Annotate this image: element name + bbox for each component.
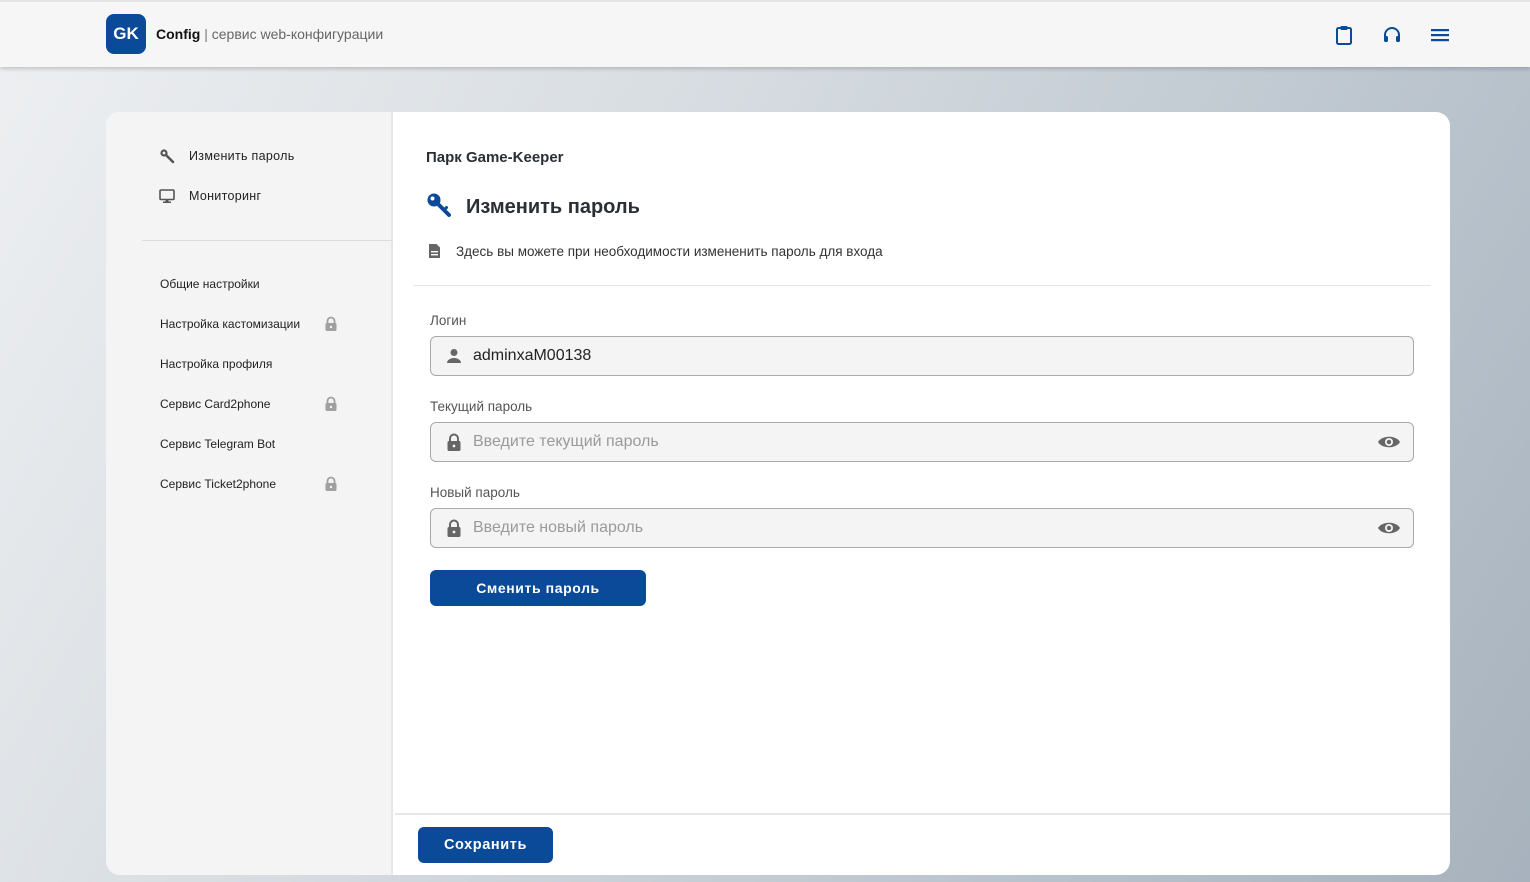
- main-panel: Парк Game-Keeper Изменить пароль Здесь в…: [395, 112, 1450, 875]
- sidebar-item-ticket2phone[interactable]: Сервис Ticket2phone: [160, 474, 360, 494]
- footer-divider: [395, 813, 1450, 815]
- lock-icon: [445, 433, 463, 451]
- lock-icon: [445, 519, 463, 537]
- current-password-input[interactable]: [473, 423, 1377, 461]
- eye-icon[interactable]: [1377, 516, 1401, 540]
- current-password-field[interactable]: [430, 422, 1414, 462]
- save-button[interactable]: Сохранить: [418, 827, 553, 863]
- sidebar-item-label: Изменить пароль: [189, 149, 295, 163]
- section-divider: [414, 285, 1431, 286]
- sidebar-item-telegram-bot[interactable]: Сервис Telegram Bot: [160, 434, 360, 454]
- park-title: Парк Game-Keeper: [426, 149, 564, 166]
- sidebar-item-profile-settings[interactable]: Настройка профиля: [160, 354, 360, 374]
- lock-icon: [324, 316, 338, 332]
- current-password-label: Текущий пароль: [430, 399, 533, 414]
- app-name: Config: [156, 26, 201, 42]
- change-password-button[interactable]: Сменить пароль: [430, 570, 646, 606]
- sidebar-item-label: Сервис Ticket2phone: [160, 477, 277, 491]
- key-icon: [426, 192, 452, 223]
- sidebar: Изменить пароль Мониторинг Общие настрой…: [106, 112, 393, 875]
- sidebar-item-monitoring[interactable]: Мониторинг: [158, 186, 261, 206]
- sidebar-item-change-password[interactable]: Изменить пароль: [158, 146, 295, 166]
- content-card: Изменить пароль Мониторинг Общие настрой…: [106, 112, 1450, 875]
- new-password-field[interactable]: [430, 508, 1414, 548]
- login-input[interactable]: [473, 337, 1413, 375]
- sidebar-item-label: Настройка кастомизации: [160, 317, 301, 331]
- app-subtitle: сервис web-конфигурации: [211, 26, 384, 42]
- sidebar-divider: [142, 240, 393, 241]
- new-password-input[interactable]: [473, 509, 1377, 547]
- sidebar-item-card2phone[interactable]: Сервис Card2phone: [160, 394, 360, 414]
- sidebar-item-label: Общие настройки: [160, 277, 260, 291]
- description: Здесь вы можете при необходимости измене…: [428, 243, 883, 259]
- sidebar-item-label: Сервис Card2phone: [160, 397, 271, 411]
- monitor-icon: [158, 187, 176, 205]
- brand: Config | сервис web-конфигурации: [156, 26, 383, 42]
- lock-icon: [324, 476, 338, 492]
- document-icon: [428, 243, 442, 259]
- lock-icon: [324, 396, 338, 412]
- description-text: Здесь вы можете при необходимости измене…: [456, 243, 883, 259]
- sidebar-item-general-settings[interactable]: Общие настройки: [160, 274, 360, 294]
- clipboard-icon[interactable]: [1333, 24, 1355, 46]
- login-field[interactable]: [430, 336, 1414, 376]
- new-password-label: Новый пароль: [430, 485, 520, 500]
- headset-icon[interactable]: [1381, 24, 1403, 46]
- page-header: Изменить пароль: [426, 192, 640, 223]
- page-title: Изменить пароль: [466, 196, 640, 218]
- eye-icon[interactable]: [1377, 430, 1401, 454]
- sidebar-item-label: Мониторинг: [189, 189, 262, 203]
- menu-icon[interactable]: [1429, 24, 1451, 46]
- sidebar-item-label: Настройка профиля: [160, 357, 273, 371]
- brand-separator: |: [204, 26, 208, 42]
- sidebar-item-label: Сервис Telegram Bot: [160, 437, 276, 451]
- app-logo[interactable]: GK: [106, 14, 146, 54]
- user-icon: [445, 347, 463, 365]
- top-bar: GK Config | сервис web-конфигурации: [0, 0, 1530, 67]
- sidebar-item-customization[interactable]: Настройка кастомизации: [160, 314, 360, 334]
- wrench-icon: [158, 147, 176, 165]
- login-label: Логин: [430, 313, 467, 328]
